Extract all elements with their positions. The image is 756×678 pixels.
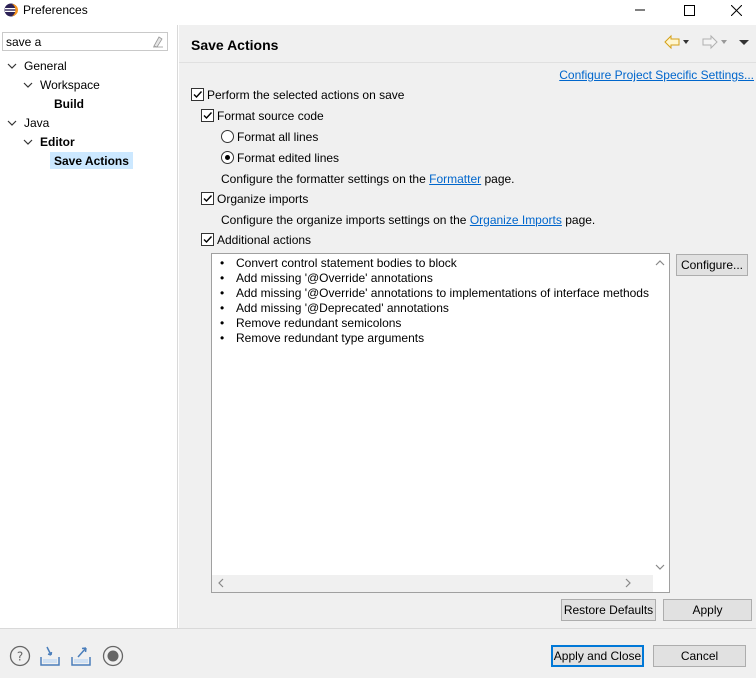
save-actions-content: Configure Project Specific Settings... P…	[179, 63, 756, 628]
scroll-right-icon[interactable]	[623, 578, 633, 588]
dialog-footer: ? Apply and Close Cancel	[0, 629, 756, 678]
organize-hint-text: Configure the organize imports settings …	[221, 213, 467, 227]
tree-item-general[interactable]: General	[6, 57, 67, 74]
close-icon	[730, 4, 742, 16]
format-edited-lines-label[interactable]: Format edited lines	[237, 151, 339, 165]
additional-actions-list[interactable]: Convert control statement bodies to bloc…	[211, 253, 670, 593]
format-all-lines-label[interactable]: Format all lines	[237, 130, 318, 144]
maximize-button[interactable]	[673, 0, 705, 20]
tree-item-label: Java	[24, 115, 50, 130]
checkmark-icon	[203, 195, 213, 203]
formatter-hint: Configure the formatter settings on the …	[221, 172, 515, 186]
tree-item-workspace[interactable]: Workspace	[22, 76, 100, 93]
organize-imports-link[interactable]: Organize Imports	[470, 213, 562, 227]
formatter-hint-text: Configure the formatter settings on the	[221, 172, 426, 186]
list-item[interactable]: Add missing '@Override' annotations to i…	[218, 286, 649, 301]
minimize-button[interactable]	[624, 0, 656, 20]
checkmark-icon	[203, 112, 213, 120]
page-title: Save Actions	[191, 37, 279, 53]
tree-item-label: Save Actions	[54, 153, 129, 168]
organize-imports-label[interactable]: Organize imports	[217, 192, 308, 206]
list-item[interactable]: Add missing '@Override' annotations	[218, 271, 649, 286]
tree-item-java[interactable]: Java	[6, 114, 49, 131]
filter-field[interactable]	[2, 32, 168, 51]
list-item[interactable]: Add missing '@Deprecated' annotations	[218, 301, 649, 316]
additional-actions-checkbox[interactable]	[201, 233, 214, 246]
back-arrow-icon[interactable]	[664, 34, 680, 50]
additional-actions-label[interactable]: Additional actions	[217, 233, 311, 247]
record-icon[interactable]	[102, 645, 124, 667]
list-item[interactable]: Remove redundant semicolons	[218, 316, 649, 331]
format-source-label[interactable]: Format source code	[217, 109, 324, 123]
formatter-hint-suffix: page.	[484, 172, 515, 186]
chevron-down-icon[interactable]	[6, 60, 18, 72]
tree-item-label: Build	[54, 96, 84, 111]
configure-project-settings-link[interactable]: Configure Project Specific Settings...	[559, 68, 754, 82]
organize-hint-suffix: page.	[565, 213, 596, 227]
horizontal-scrollbar[interactable]	[212, 575, 653, 592]
scroll-down-icon[interactable]	[655, 562, 665, 572]
title-bar: Preferences	[0, 0, 756, 22]
tree-item-save-actions[interactable]: Save Actions	[50, 152, 133, 169]
view-menu-icon[interactable]	[738, 34, 750, 50]
perform-actions-checkbox[interactable]	[191, 88, 204, 101]
format-source-checkbox[interactable]	[201, 109, 214, 122]
close-button[interactable]	[720, 0, 752, 20]
configure-button[interactable]: Configure...	[676, 254, 748, 276]
scroll-up-icon[interactable]	[655, 258, 665, 268]
actions-list: Convert control statement bodies to bloc…	[218, 256, 649, 346]
restore-defaults-button[interactable]: Restore Defaults	[561, 599, 656, 621]
eclipse-icon	[4, 3, 18, 17]
tree-item-build[interactable]: Build	[54, 95, 84, 112]
tree-item-label: General	[24, 58, 67, 73]
chevron-down-icon[interactable]	[22, 79, 34, 91]
maximize-icon	[683, 4, 695, 16]
checkmark-icon	[193, 91, 203, 99]
history-navigation	[664, 34, 750, 50]
tree-item-label: Workspace	[40, 77, 100, 92]
perform-actions-label[interactable]: Perform the selected actions on save	[207, 88, 404, 102]
format-all-lines-radio[interactable]	[221, 130, 234, 143]
organize-imports-hint: Configure the organize imports settings …	[221, 213, 595, 227]
import-icon[interactable]	[39, 645, 61, 667]
forward-arrow-icon[interactable]	[702, 34, 718, 50]
apply-and-close-button[interactable]: Apply and Close	[551, 645, 644, 667]
preference-tree-pane: General Workspace Build Java Editor Save…	[0, 25, 178, 628]
chevron-down-icon[interactable]	[6, 117, 18, 129]
scroll-left-icon[interactable]	[216, 578, 226, 588]
cancel-button[interactable]: Cancel	[653, 645, 746, 667]
help-icon[interactable]: ?	[9, 645, 31, 667]
svg-text:?: ?	[17, 650, 23, 664]
list-item[interactable]: Convert control statement bodies to bloc…	[218, 256, 649, 271]
chevron-down-icon[interactable]	[22, 136, 34, 148]
tree-item-label: Editor	[40, 134, 75, 149]
tree-item-editor[interactable]: Editor	[22, 133, 75, 150]
formatter-link[interactable]: Formatter	[429, 172, 481, 186]
organize-imports-checkbox[interactable]	[201, 192, 214, 205]
format-edited-lines-radio[interactable]	[221, 151, 234, 164]
list-item[interactable]: Remove redundant type arguments	[218, 331, 649, 346]
page-header: Save Actions	[179, 25, 756, 62]
vertical-scrollbar[interactable]	[652, 254, 669, 575]
minimize-icon	[635, 9, 645, 11]
clear-filter-icon[interactable]	[151, 35, 164, 48]
forward-dropdown-icon[interactable]	[720, 34, 728, 50]
window-title: Preferences	[23, 3, 88, 17]
checkmark-icon	[203, 236, 213, 244]
filter-input[interactable]	[6, 34, 146, 49]
export-icon[interactable]	[70, 645, 92, 667]
apply-button[interactable]: Apply	[663, 599, 752, 621]
back-dropdown-icon[interactable]	[682, 34, 690, 50]
